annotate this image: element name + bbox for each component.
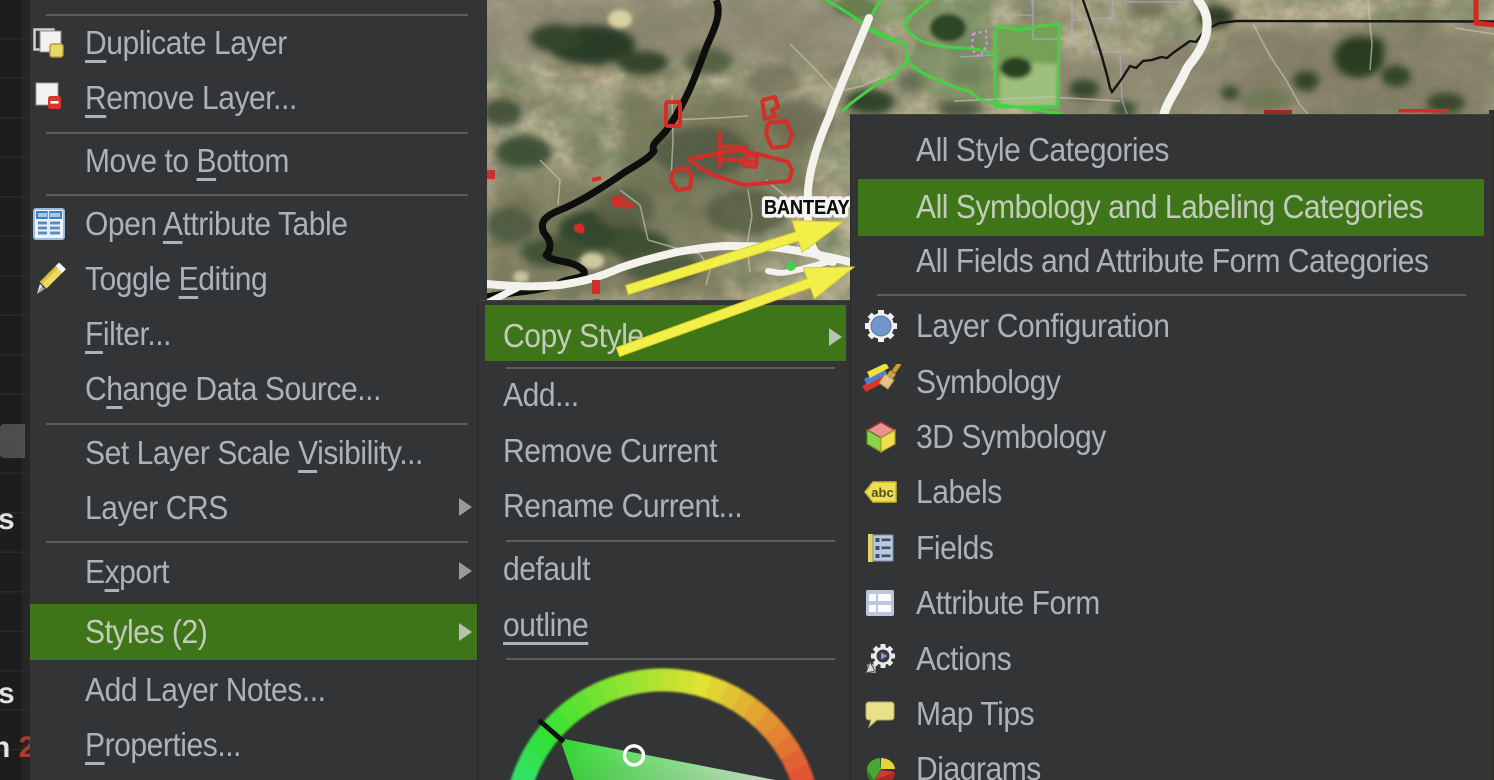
svg-text:BANTEAY: BANTEAY [764, 197, 850, 219]
svg-text:abc: abc [871, 485, 893, 500]
